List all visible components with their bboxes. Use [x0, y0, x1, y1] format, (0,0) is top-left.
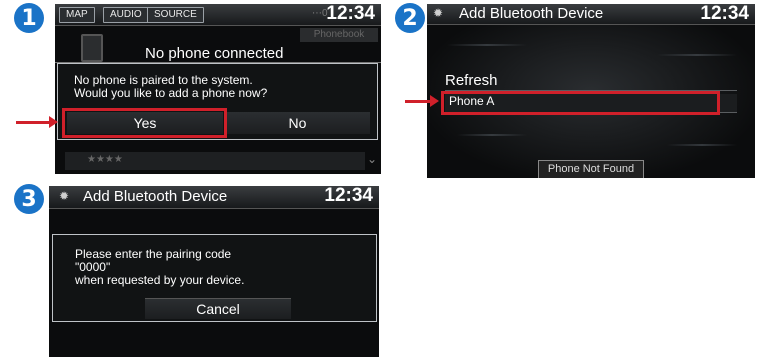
audio-button[interactable]: AUDIO	[103, 7, 149, 23]
map-button[interactable]: MAP	[59, 7, 95, 23]
clock: 12:34	[324, 186, 373, 206]
step-3-badge: 3	[14, 184, 44, 214]
pairing-message: Please enter the pairing code "0000" whe…	[75, 247, 245, 287]
list-item[interactable]: ★★★★	[65, 152, 365, 170]
step-1-badge: 1	[14, 3, 44, 33]
top-bar: ✹ Add Bluetooth Device 12:34	[49, 186, 379, 209]
device-highlight	[441, 91, 720, 115]
decor-streak	[447, 44, 527, 46]
arrow-right-icon	[405, 95, 439, 107]
clock: 12:34	[326, 4, 375, 24]
signal-icon: ⋯0	[312, 8, 328, 19]
top-bar: MAP AUDIO SOURCE ⋯0 12:34	[55, 4, 381, 26]
top-bar: ✹ Add Bluetooth Device 12:34	[427, 4, 755, 25]
screen-3: ✹ Add Bluetooth Device 12:34 Please ente…	[49, 186, 379, 357]
status-title: No phone connected	[145, 45, 284, 62]
source-button[interactable]: SOURCE	[147, 7, 204, 23]
bottom-item-label: ★★★★	[87, 154, 123, 165]
phonebook-button[interactable]: Phonebook	[300, 28, 378, 42]
cancel-button[interactable]: Cancel	[145, 298, 291, 319]
phone-icon	[81, 34, 103, 62]
arrow-right-icon	[16, 116, 58, 128]
gear-icon: ✹	[59, 189, 70, 203]
decor-streak	[667, 144, 737, 146]
phone-not-found-button[interactable]: Phone Not Found	[538, 160, 644, 178]
step-2-badge: 2	[395, 3, 425, 33]
gear-icon: ✹	[433, 6, 444, 20]
dialog-message: No phone is paired to the system. Would …	[74, 73, 268, 100]
pairing-dialog: Please enter the pairing code "0000" whe…	[52, 234, 377, 322]
yes-highlight	[62, 108, 227, 138]
screen-1: MAP AUDIO SOURCE ⋯0 12:34 No phone conne…	[55, 4, 381, 174]
no-button[interactable]: No	[225, 112, 370, 134]
chevron-down-icon[interactable]: ⌄	[367, 152, 377, 166]
decor-streak	[657, 54, 737, 56]
screen-title: Add Bluetooth Device	[459, 5, 604, 22]
refresh-button[interactable]: Refresh	[445, 72, 737, 91]
screen-title: Add Bluetooth Device	[83, 188, 228, 205]
decor-streak	[457, 134, 527, 136]
clock: 12:34	[700, 4, 749, 24]
